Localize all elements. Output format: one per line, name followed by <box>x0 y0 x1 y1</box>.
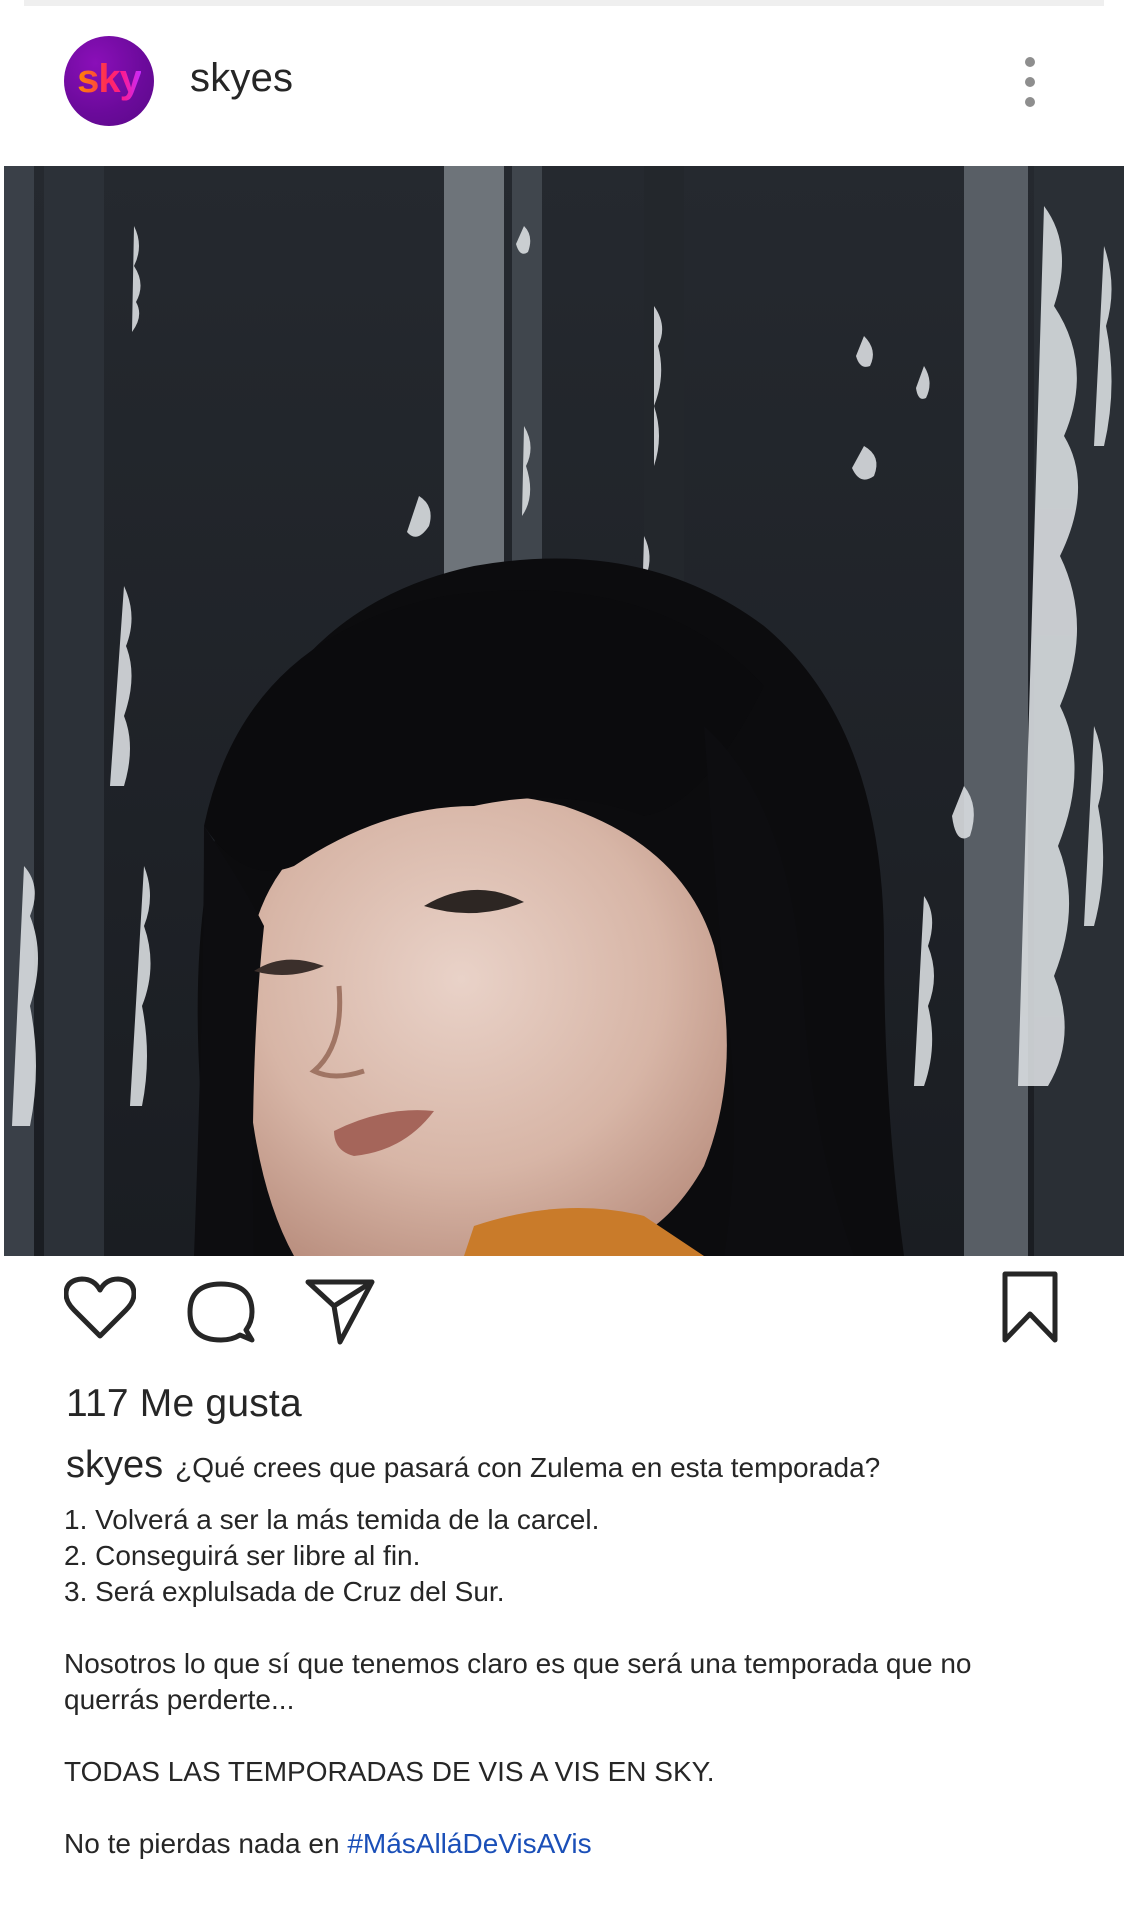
top-divider <box>24 0 1104 6</box>
hashtag-link[interactable]: #MásAlláDeVisAVis <box>347 1828 591 1859</box>
caption-paragraph-1a: Nosotros lo que sí que tenemos claro es … <box>64 1648 972 1679</box>
avatar-logo-text: sky <box>77 56 142 101</box>
bookmark-icon[interactable] <box>1000 1270 1060 1344</box>
post-header: sky skyes <box>0 34 1128 130</box>
caption-username[interactable]: skyes <box>66 1444 163 1486</box>
post-image[interactable] <box>4 166 1124 1256</box>
likes-count[interactable]: 117 Me gusta <box>66 1382 302 1426</box>
caption-option-1: 1. Volverá a ser la más temida de la car… <box>64 1504 600 1535</box>
caption-option-2: 2. Conseguirá ser libre al fin. <box>64 1540 421 1571</box>
caption-header: skyes ¿Qué crees que pasará con Zulema en… <box>66 1444 880 1487</box>
caption-paragraph-3: No te pierdas nada en #MásAlláDeVisAVis <box>64 1826 1064 1862</box>
caption-question: ¿Qué crees que pasará con Zulema en esta… <box>175 1452 881 1483</box>
post-actions <box>0 1270 1128 1350</box>
avatar[interactable]: sky <box>64 36 154 126</box>
comment-icon[interactable] <box>186 1278 256 1346</box>
caption-paragraph-1b: querrás perderte... <box>64 1684 295 1715</box>
more-vertical-icon[interactable] <box>1010 54 1050 110</box>
caption-body: 1. Volverá a ser la más temida de la car… <box>64 1502 1064 1862</box>
caption-paragraph-3-text: No te pierdas nada en <box>64 1828 348 1859</box>
heart-icon[interactable] <box>63 1276 137 1342</box>
caption-paragraph-2: TODAS LAS TEMPORADAS DE VIS A VIS EN SKY… <box>64 1756 715 1787</box>
caption-option-3: 3. Será explulsada de Cruz del Sur. <box>64 1576 505 1607</box>
send-icon[interactable] <box>304 1276 376 1346</box>
post-photo-illustration <box>4 166 1124 1256</box>
post-username[interactable]: skyes <box>190 56 293 101</box>
